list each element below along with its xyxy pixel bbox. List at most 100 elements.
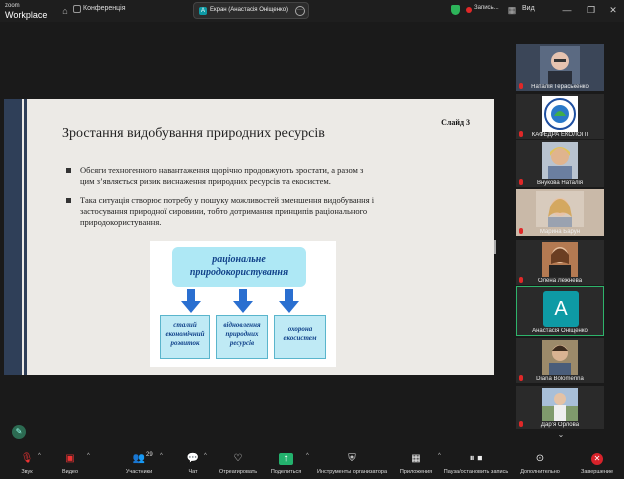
apps-grid-icon: ▦ [411, 453, 421, 464]
sharer-avatar: A [199, 7, 207, 15]
annotate-pen-icon[interactable]: ✎ [12, 425, 26, 439]
participant-tile[interactable]: Дар’я Орлова [516, 386, 604, 429]
recording-icon [466, 7, 472, 13]
diagram-child-node: відновлення природних ресурсів [216, 315, 268, 359]
diagram-main-label: природокористування [189, 267, 289, 278]
participant-tile[interactable]: Наталія Гераськенко [516, 44, 604, 91]
react-button[interactable]: ♡ Отреагировать [216, 453, 260, 475]
down-arrow-icon [181, 289, 201, 313]
view-label[interactable]: Вид [522, 5, 535, 12]
top-bar: zoom Workplace ⌂ Конференція A Екран (Ан… [0, 0, 624, 22]
end-button[interactable]: ✕ Завершение [578, 453, 616, 475]
diagram-main-node: раціональне природокористування [172, 247, 306, 287]
participant-name: Анастасія Оніщенко [532, 328, 588, 334]
panel-splitter[interactable] [494, 240, 496, 254]
close-icon[interactable]: ✕ [606, 3, 620, 17]
participant-tile[interactable]: Марина Барун [516, 189, 604, 236]
slide-side-stripe [24, 99, 27, 375]
restore-icon[interactable]: ❐ [584, 3, 598, 17]
participants-label: Участники [125, 469, 153, 475]
home-icon[interactable]: ⌂ [60, 6, 70, 16]
minimize-icon[interactable]: — [560, 3, 574, 17]
diagram-main-label: раціональне [212, 254, 266, 265]
chevron-up-icon[interactable]: ^ [160, 453, 163, 459]
share-button[interactable]: ↑ ^ Поделиться [268, 453, 309, 475]
participant-tile-active-speaker[interactable]: A Анастасія Оніщенко [516, 286, 604, 336]
pause-stop-icon: ⏸ ⏹ [469, 453, 483, 464]
conference-label[interactable]: Конференція [83, 5, 126, 12]
pause-record-button[interactable]: ⏸ ⏹ Пауза/остановить запись [441, 453, 511, 475]
host-shield-icon: ⛨ [348, 453, 356, 464]
scroll-down-chevron-icon[interactable]: ⌄ [556, 430, 566, 439]
security-shield-icon[interactable] [451, 5, 460, 15]
participant-name: Дар’я Орлова [540, 422, 580, 428]
host-tools-button[interactable]: ⛨ Инструменты организатора [313, 453, 391, 475]
diagram-child-label: економічний [165, 330, 205, 338]
participants-button[interactable]: 👥 29 ^ Участники [122, 452, 163, 475]
participant-photo [542, 142, 578, 179]
department-logo [542, 96, 578, 132]
apps-label: Приложения [399, 469, 433, 475]
bullet-line: цим з’являється ризик виснаження природн… [80, 176, 331, 186]
apps-button[interactable]: ▦ ^ Приложения [396, 453, 441, 475]
chat-button[interactable]: 💬 ^ Чат [184, 453, 207, 475]
bullet-marker-icon [66, 198, 71, 203]
meeting-info-icon[interactable] [73, 5, 81, 13]
share-label: Поделиться [270, 469, 302, 475]
diagram-child-label: ресурсів [229, 339, 255, 347]
chevron-up-icon[interactable]: ^ [306, 453, 309, 459]
slide-number: Слайд 3 [441, 118, 470, 127]
participant-avatar: A [543, 291, 579, 327]
participant-name: КАФЕДРА ЕКОЛОГІЇ [531, 132, 589, 138]
diagram-child-label: природних [225, 330, 259, 338]
chevron-up-icon[interactable]: ^ [38, 453, 41, 459]
bullet-line: природокористування. [80, 217, 162, 227]
logo-line1: zoom [5, 3, 20, 9]
heart-icon: ♡ [233, 453, 243, 464]
participant-name: Внукова Наталія [536, 180, 584, 186]
participant-tile[interactable]: Внукова Наталія [516, 140, 604, 187]
diagram-child-label: охорона [287, 325, 313, 333]
more-dots-icon: ⊙ [535, 453, 545, 464]
participant-video [540, 46, 580, 84]
chat-label: Чат [188, 469, 198, 475]
meeting-toolbar: 🎙 ^ Звук ▣ ^ Видео 👥 29 ^ Участники 💬 ^ … [0, 447, 624, 479]
down-arrow-icon [279, 289, 299, 313]
more-options-icon[interactable]: ··· [295, 6, 305, 16]
host-tools-label: Инструменты организатора [316, 469, 388, 475]
chevron-up-icon[interactable]: ^ [87, 453, 90, 459]
shared-slide: Слайд 3 Зростання видобування природних … [4, 99, 494, 375]
down-arrow-icon [233, 289, 253, 313]
participant-photo [542, 340, 578, 375]
participant-tile[interactable]: Diana Bolomerina [516, 338, 604, 383]
diagram-child-label: сталий [173, 321, 197, 329]
participant-photo [542, 388, 578, 421]
bullet-line: Така ситуація створює потребу у пошуку м… [80, 195, 375, 205]
audio-label: Звук [21, 469, 33, 475]
video-button[interactable]: ▣ ^ Видео [57, 453, 90, 475]
participant-name: Олена Лежнева [537, 278, 583, 284]
screen-share-label: Екран (Анастасія Оніщенко) [210, 7, 289, 13]
audio-button[interactable]: 🎙 ^ Звук [14, 453, 41, 475]
bullet-marker-icon [66, 168, 71, 173]
video-off-icon: ▣ [65, 453, 75, 464]
participant-video [536, 191, 584, 227]
react-label: Отреагировать [218, 469, 258, 475]
screen-share-indicator[interactable]: A Екран (Анастасія Оніщенко) ··· [193, 2, 309, 19]
participant-photo [542, 242, 578, 277]
diagram-child-label: розвиток [170, 339, 200, 347]
participant-tile[interactable]: Олена Лежнева [516, 240, 604, 285]
grid-view-icon[interactable]: ▦ [507, 5, 517, 15]
participant-name: Марина Барун [539, 229, 581, 235]
recording-label[interactable]: Запись... [474, 5, 499, 11]
participant-tile[interactable]: КАФЕДРА ЕКОЛОГІЇ [516, 94, 604, 139]
mic-muted-icon: 🎙 [20, 453, 34, 464]
diagram-child-label: відновлення [223, 321, 261, 329]
slide-side-band [4, 99, 22, 375]
slide-bullet: Обсяги техногенного навантаження щорічно… [66, 165, 466, 187]
bullet-line: застосування природної сировини, тобто д… [80, 206, 368, 216]
chevron-up-icon[interactable]: ^ [204, 453, 207, 459]
participants-count: 29 [146, 452, 153, 458]
more-button[interactable]: ⊙ Дополнительно [516, 453, 564, 475]
slide-title: Зростання видобування природних ресурсів [62, 126, 325, 141]
